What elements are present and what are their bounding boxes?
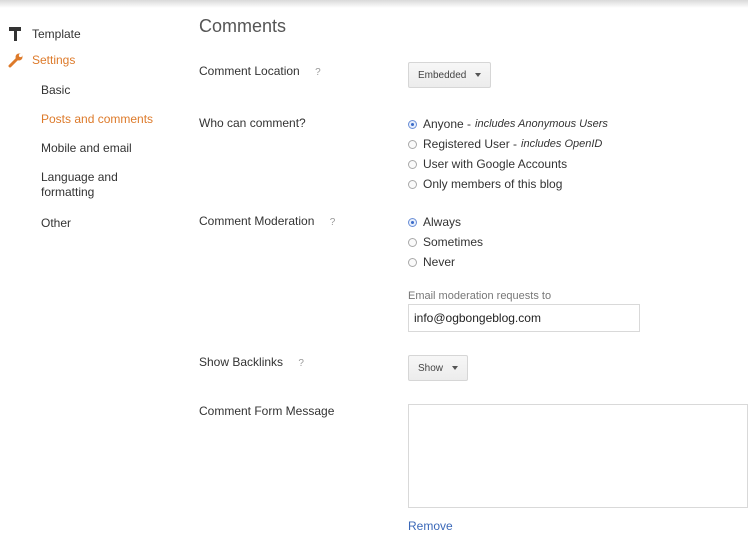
show-backlinks-label-text: Show Backlinks: [199, 355, 284, 369]
comment-location-dropdown[interactable]: Embedded: [408, 62, 492, 88]
radio-label: Registered User -: [423, 137, 518, 151]
comment-form-message-label: Comment Form Message: [199, 404, 335, 418]
help-icon[interactable]: ?: [330, 217, 336, 228]
sidebar-item-settings[interactable]: Settings: [8, 52, 75, 68]
radio-button[interactable]: [408, 119, 417, 129]
who-can-comment-options: Anyone - includes Anonymous Users Regist…: [408, 114, 608, 194]
show-backlinks-value: Show: [418, 362, 444, 374]
comment-location-label-text: Comment Location: [199, 64, 300, 78]
radio-label: User with Google Accounts: [423, 157, 568, 171]
sidebar-item-language-and-formatting[interactable]: Language and formatting: [41, 170, 136, 200]
email-moderation-caption: Email moderation requests to: [408, 290, 552, 302]
comment-location-value: Embedded: [418, 69, 467, 81]
sidebar-item-template[interactable]: Template: [8, 26, 81, 42]
caret-down-icon: [452, 366, 459, 370]
wrench-icon: [8, 52, 32, 68]
radio-button[interactable]: [408, 217, 417, 227]
radio-button[interactable]: [408, 159, 417, 169]
page-title: Comments: [199, 16, 287, 36]
show-backlinks-dropdown[interactable]: Show: [408, 355, 469, 381]
comment-moderation-label: Comment Moderation ?: [199, 214, 335, 228]
comment-form-message-textarea[interactable]: [408, 404, 748, 508]
sidebar: Template Settings Basic Posts and commen…: [0, 0, 185, 554]
sidebar-item-settings-label: Settings: [32, 53, 76, 67]
radio-label: Sometimes: [423, 235, 484, 249]
radio-label: Anyone -: [423, 117, 472, 131]
radio-button[interactable]: [408, 139, 417, 149]
radio-label: Never: [423, 255, 456, 269]
who-can-comment-label: Who can comment?: [199, 116, 306, 130]
sidebar-item-mobile-and-email[interactable]: Mobile and email: [41, 141, 181, 156]
radio-button[interactable]: [408, 179, 417, 189]
sidebar-item-basic[interactable]: Basic: [41, 83, 181, 98]
help-icon[interactable]: ?: [315, 67, 321, 78]
radio-option-registered-user[interactable]: Registered User - includes OpenID: [408, 134, 608, 154]
radio-option-always[interactable]: Always: [408, 212, 483, 232]
radio-option-anyone[interactable]: Anyone - includes Anonymous Users: [408, 114, 608, 134]
show-backlinks-label: Show Backlinks ?: [199, 355, 304, 369]
radio-option-sometimes[interactable]: Sometimes: [408, 232, 483, 252]
comment-moderation-label-text: Comment Moderation: [199, 214, 315, 228]
radio-button[interactable]: [408, 237, 417, 247]
comment-moderation-options: Always Sometimes Never: [408, 212, 483, 272]
remove-link[interactable]: Remove: [408, 519, 453, 533]
radio-option-blog-members[interactable]: Only members of this blog: [408, 174, 608, 194]
radio-option-never[interactable]: Never: [408, 252, 483, 272]
paint-roller-icon: [8, 26, 32, 42]
radio-label: Always: [423, 215, 462, 229]
caret-down-icon: [475, 73, 482, 77]
radio-note: includes OpenID: [521, 138, 603, 150]
radio-button[interactable]: [408, 257, 417, 267]
radio-option-google-accounts[interactable]: User with Google Accounts: [408, 154, 608, 174]
help-icon[interactable]: ?: [298, 358, 304, 369]
sidebar-item-posts-and-comments[interactable]: Posts and comments: [41, 112, 181, 127]
radio-note: includes Anonymous Users: [475, 118, 608, 130]
email-moderation-field[interactable]: info@ogbongeblog.com: [408, 304, 640, 332]
radio-label: Only members of this blog: [423, 177, 563, 191]
sidebar-item-other[interactable]: Other: [41, 216, 181, 231]
comment-location-label: Comment Location ?: [199, 64, 321, 78]
sidebar-item-template-label: Template: [32, 27, 81, 41]
